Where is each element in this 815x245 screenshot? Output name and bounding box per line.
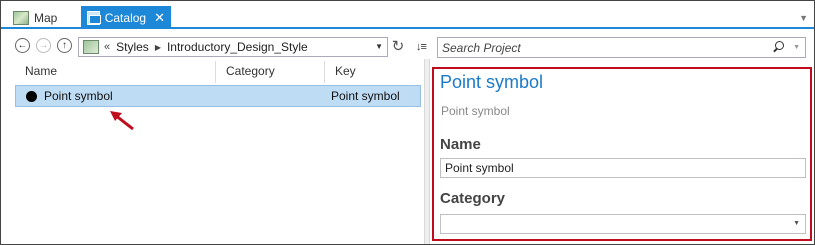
row-key-cell: Point symbol xyxy=(331,89,400,103)
point-symbol-icon xyxy=(26,91,37,102)
details-panel: Point symbol Point symbol Name Category … xyxy=(432,67,812,241)
category-label: Category xyxy=(440,190,506,207)
project-icon xyxy=(83,40,99,54)
table-header: Name Category Key xyxy=(15,61,421,83)
search-icon[interactable] xyxy=(771,40,785,54)
back-button[interactable]: ← xyxy=(15,38,30,53)
tab-catalog[interactable]: Catalog ✕ xyxy=(81,6,171,29)
category-select[interactable]: ▼ xyxy=(440,214,806,234)
name-field[interactable] xyxy=(440,158,806,178)
sort-button[interactable]: ↓≡ xyxy=(416,39,436,55)
details-subtitle: Point symbol xyxy=(441,104,510,118)
chevron-down-icon[interactable]: ▼ xyxy=(793,220,800,227)
breadcrumb-overflow[interactable]: « xyxy=(104,41,110,53)
tab-map[interactable]: Map xyxy=(7,7,63,29)
breadcrumb-separator-icon: ▶ xyxy=(154,42,161,52)
table-row[interactable]: Point symbol Point symbol xyxy=(15,85,421,107)
chevron-down-icon[interactable]: ▼ xyxy=(375,42,383,51)
search-box[interactable]: ▼ xyxy=(437,37,806,58)
map-icon xyxy=(13,11,29,25)
breadcrumb-style-name[interactable]: Introductory_Design_Style xyxy=(167,40,308,54)
refresh-button[interactable]: ↻ xyxy=(390,38,406,56)
catalog-icon xyxy=(87,10,101,25)
forward-button[interactable]: → xyxy=(36,38,51,53)
name-label: Name xyxy=(440,136,481,153)
pane-splitter[interactable] xyxy=(424,59,430,244)
breadcrumb-styles[interactable]: Styles xyxy=(116,40,149,54)
search-options-dropdown-icon[interactable]: ▼ xyxy=(793,44,800,51)
annotation-arrow-icon xyxy=(110,111,134,131)
up-button[interactable]: ↑ xyxy=(57,38,72,53)
column-header-key[interactable]: Key xyxy=(325,61,421,83)
tab-map-label: Map xyxy=(34,11,58,25)
row-name-cell: Point symbol xyxy=(44,89,113,103)
column-header-name[interactable]: Name xyxy=(15,61,216,83)
tab-catalog-label: Catalog xyxy=(104,10,147,25)
tab-strip: Map Catalog ✕ ▼ xyxy=(1,1,814,29)
details-title: Point symbol xyxy=(440,72,544,92)
catalog-window: Map Catalog ✕ ▼ ← → ↑ « Styles ▶ Introdu… xyxy=(0,0,815,245)
search-input[interactable] xyxy=(438,38,758,57)
column-header-category[interactable]: Category xyxy=(216,61,325,83)
close-icon[interactable]: ✕ xyxy=(154,11,165,24)
tab-list-dropdown-icon[interactable]: ▼ xyxy=(799,13,808,23)
breadcrumb[interactable]: « Styles ▶ Introductory_Design_Style ▼ xyxy=(78,37,388,57)
